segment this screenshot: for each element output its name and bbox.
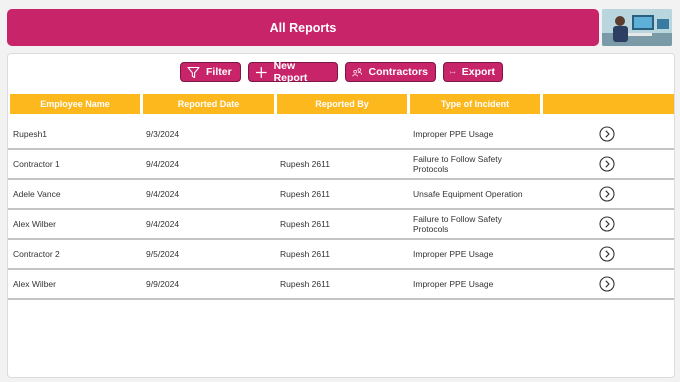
cell-type-of-incident: Improper PPE Usage <box>413 129 494 139</box>
chevron-right-circle-icon[interactable] <box>599 126 615 142</box>
cell-employee-name: Rupesh1 <box>13 129 48 139</box>
table-row[interactable]: Adele Vance 9/4/2024 Rupesh 2611 Unsafe … <box>8 180 674 210</box>
table-row[interactable]: Contractor 1 9/4/2024 Rupesh 2611 Failur… <box>8 150 674 180</box>
cell-type-of-incident: Failure to Follow Safety Protocols <box>413 214 502 234</box>
cell-reported-by <box>280 120 408 148</box>
contractors-button[interactable]: Contractors <box>345 62 436 82</box>
filter-button[interactable]: Filter <box>180 62 241 82</box>
cell-reported-by: Rupesh 2611 <box>280 219 330 229</box>
toolbar: Filter New Report Contractors Export <box>8 60 674 84</box>
export-button-label: Export <box>461 66 495 78</box>
plus-icon <box>255 66 267 78</box>
cell-employee-name: Contractor 1 <box>13 159 60 169</box>
reports-panel: Filter New Report Contractors Export Emp… <box>7 53 675 378</box>
table-row[interactable]: Alex Wilber 9/4/2024 Rupesh 2611 Failure… <box>8 210 674 240</box>
chevron-right-circle-icon[interactable] <box>599 276 615 292</box>
chevron-right-circle-icon[interactable] <box>599 186 615 202</box>
people-icon <box>352 67 363 76</box>
new-report-button-label: New Report <box>273 60 308 84</box>
cell-type-of-incident: Unsafe Equipment Operation <box>413 189 523 199</box>
new-report-button[interactable]: New Report <box>248 60 338 84</box>
cell-reported-date: 9/4/2024 <box>146 219 180 229</box>
app-header: All Reports <box>7 9 599 46</box>
export-button[interactable]: Export <box>443 62 503 82</box>
table-row[interactable]: Rupesh1 9/3/2024 Improper PPE Usage <box>8 120 674 150</box>
cell-type-of-incident: Improper PPE Usage <box>413 279 494 289</box>
column-header-type-of-incident[interactable]: Type of Incident <box>410 94 540 114</box>
table-header: Employee Name Reported Date Reported By … <box>9 94 674 114</box>
header-thumbnail-image <box>602 9 672 46</box>
cell-reported-date: 9/4/2024 <box>146 189 180 199</box>
contractors-button-label: Contractors <box>368 66 428 78</box>
cell-reported-by: Rupesh 2611 <box>280 189 330 199</box>
cell-type-of-incident: Failure to Follow Safety Protocols <box>413 154 502 174</box>
cell-reported-date: 9/4/2024 <box>146 159 180 169</box>
cell-employee-name: Contractor 2 <box>13 249 60 259</box>
column-header-reported-by[interactable]: Reported By <box>277 94 407 114</box>
cell-employee-name: Adele Vance <box>13 189 61 199</box>
page-title: All Reports <box>269 20 337 35</box>
cell-employee-name: Alex Wilber <box>13 219 56 229</box>
chevron-right-circle-icon[interactable] <box>599 246 615 262</box>
cell-employee-name: Alex Wilber <box>13 279 56 289</box>
table-row[interactable]: Alex Wilber 9/9/2024 Rupesh 2611 Imprope… <box>8 270 674 300</box>
cell-reported-date: 9/9/2024 <box>146 279 180 289</box>
export-arrow-icon <box>450 70 456 74</box>
filter-button-label: Filter <box>206 66 232 78</box>
cell-reported-date: 9/3/2024 <box>146 129 180 139</box>
chevron-right-circle-icon[interactable] <box>599 216 615 232</box>
cell-reported-by: Rupesh 2611 <box>280 279 330 289</box>
column-header-actions <box>543 94 674 114</box>
cell-type-of-incident: Improper PPE Usage <box>413 249 494 259</box>
filter-icon <box>187 66 200 78</box>
chevron-right-circle-icon[interactable] <box>599 156 615 172</box>
cell-reported-by: Rupesh 2611 <box>280 249 330 259</box>
column-header-employee-name[interactable]: Employee Name <box>10 94 140 114</box>
table-row[interactable]: Contractor 2 9/5/2024 Rupesh 2611 Improp… <box>8 240 674 270</box>
column-header-reported-date[interactable]: Reported Date <box>143 94 274 114</box>
cell-reported-by: Rupesh 2611 <box>280 159 330 169</box>
cell-reported-date: 9/5/2024 <box>146 249 180 259</box>
